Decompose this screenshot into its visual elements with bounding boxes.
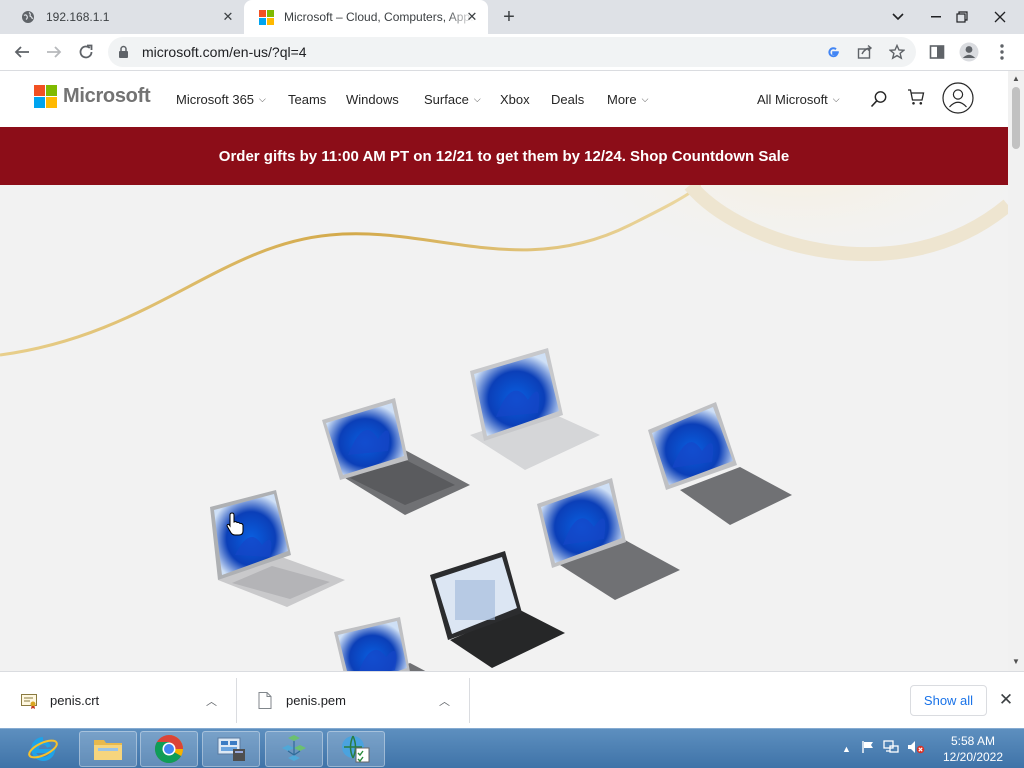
menu-kebab-icon[interactable] [988, 38, 1016, 66]
google-translate-icon[interactable] [824, 43, 842, 61]
nav-label: Microsoft 365 [176, 92, 255, 107]
surface-laptop-go-image [210, 490, 345, 607]
page-scrollbar[interactable]: ▲ ▼ [1008, 71, 1024, 671]
chrome-icon[interactable] [140, 731, 198, 767]
scroll-up-icon[interactable]: ▲ [1012, 74, 1020, 83]
all-microsoft-label: All Microsoft [757, 92, 828, 107]
new-tab-button[interactable]: + [497, 6, 521, 28]
chevron-down-icon: ⌵ [259, 94, 266, 104]
shopping-cart-icon[interactable] [905, 86, 927, 108]
nav-label: More [607, 92, 637, 107]
show-hidden-icons-icon[interactable]: ▲ [842, 744, 851, 754]
taskbar-clock[interactable]: 5:58 AM 12/20/2022 [935, 733, 1011, 765]
divider [469, 678, 470, 723]
address-bar[interactable]: microsoft.com/en-us/?ql=4 [108, 37, 916, 67]
tab-search-icon[interactable] [882, 0, 914, 34]
certificate-file-icon [20, 692, 38, 710]
scroll-down-icon[interactable]: ▼ [1012, 657, 1020, 666]
url-text[interactable]: microsoft.com/en-us/?ql=4 [142, 44, 307, 60]
browser-tab-strip: 192.168.1.1 ✕ Microsoft – Cloud, Compute… [0, 0, 1024, 34]
download-item-pem[interactable]: penis.pem ︿ [256, 672, 468, 729]
microsoft-logo-icon [258, 9, 274, 25]
close-downloads-icon[interactable]: ✕ [996, 690, 1016, 710]
nav-microsoft-365[interactable]: Microsoft 365 ⌵ [176, 92, 266, 107]
close-tab-icon[interactable]: ✕ [220, 9, 236, 25]
nav-label: Deals [551, 92, 585, 107]
nav-label: Surface [424, 92, 469, 107]
restore-icon[interactable] [946, 0, 978, 34]
surface-pro-keyboard-image [322, 398, 470, 515]
browser-toolbar: microsoft.com/en-us/?ql=4 [0, 34, 1024, 71]
downloads-bar: penis.crt ︿ penis.pem ︿ Show all ✕ [0, 671, 1024, 728]
network-icon[interactable] [265, 731, 323, 767]
tab-title: Microsoft – Cloud, Computers, Apps & Gam… [284, 10, 474, 24]
download-filename: penis.crt [50, 693, 100, 708]
clock-date: 12/20/2022 [942, 750, 1004, 764]
server-manager-icon[interactable] [202, 731, 260, 767]
surface-pro-bottom-image [334, 617, 426, 671]
account-avatar-icon[interactable] [941, 81, 975, 115]
task-scheduler-icon[interactable] [327, 731, 385, 767]
show-all-button[interactable]: Show all [910, 685, 987, 716]
search-icon[interactable] [868, 88, 890, 110]
volume-muted-icon[interactable] [907, 740, 925, 759]
tab-microsoft[interactable]: Microsoft – Cloud, Computers, Apps & Gam… [244, 0, 488, 34]
hero-surface-devices-image[interactable] [0, 185, 1008, 671]
nav-deals[interactable]: Deals [551, 92, 584, 107]
tab-router[interactable]: 192.168.1.1 ✕ [8, 0, 244, 34]
lock-icon[interactable] [118, 45, 129, 64]
brand-name: Microsoft [63, 85, 151, 107]
action-center-flag-icon[interactable] [861, 740, 875, 759]
forward-arrow-icon[interactable] [40, 38, 68, 66]
system-tray: ▲ [842, 729, 925, 768]
web-page: Microsoft Microsoft 365 ⌵ Teams Windows … [0, 71, 1008, 671]
all-microsoft-menu[interactable]: All Microsoft ⌵ [757, 92, 840, 107]
nav-windows[interactable]: Windows [346, 92, 399, 107]
clock-time: 5:58 AM [950, 734, 996, 748]
microsoft-logo-icon [34, 85, 57, 108]
file-explorer-icon[interactable] [79, 731, 137, 767]
site-header: Microsoft Microsoft 365 ⌵ Teams Windows … [0, 71, 1008, 127]
tab-title: 192.168.1.1 [46, 10, 110, 24]
file-icon [256, 692, 274, 710]
chevron-up-icon[interactable]: ︿ [439, 693, 450, 709]
nav-label: Xbox [500, 92, 530, 107]
profile-icon[interactable] [955, 38, 983, 66]
surface-lineup-illustration [0, 185, 1008, 671]
nav-teams[interactable]: Teams [288, 92, 326, 107]
promo-banner[interactable]: Order gifts by 11:00 AM PT on 12/21 to g… [0, 127, 1008, 185]
chevron-down-icon: ⌵ [473, 94, 481, 104]
nav-label: Windows [346, 92, 399, 107]
nav-surface[interactable]: Surface ⌵ [424, 92, 481, 107]
bookmark-star-icon[interactable] [888, 43, 906, 61]
chevron-down-icon: ⌵ [641, 94, 649, 104]
surface-laptop-studio-image [470, 348, 600, 470]
nav-xbox[interactable]: Xbox [500, 92, 530, 107]
back-arrow-icon[interactable] [8, 38, 36, 66]
divider [236, 678, 237, 723]
windows-taskbar: ▲ 5:58 AM 12/20/2022 [0, 728, 1024, 768]
network-status-icon[interactable] [883, 739, 899, 759]
close-tab-icon[interactable]: ✕ [464, 9, 480, 25]
chevron-down-icon: ⌵ [832, 94, 840, 104]
surface-pro-center-image [537, 478, 680, 600]
surface-pro-black-image [430, 551, 565, 668]
microsoft-logo[interactable]: Microsoft [34, 85, 151, 108]
scrollbar-thumb[interactable] [1012, 87, 1020, 149]
internet-explorer-icon[interactable] [14, 731, 72, 767]
chevron-up-icon[interactable]: ︿ [206, 693, 217, 709]
globe-icon [20, 9, 36, 25]
promo-banner-text[interactable]: Order gifts by 11:00 AM PT on 12/21 to g… [219, 148, 789, 165]
close-window-icon[interactable] [984, 0, 1016, 34]
reload-icon[interactable] [72, 38, 100, 66]
share-icon[interactable] [856, 43, 874, 61]
surface-pro-right-image [648, 402, 792, 525]
side-panel-icon[interactable] [923, 38, 951, 66]
download-item-crt[interactable]: penis.crt ︿ [20, 672, 236, 729]
download-filename: penis.pem [286, 693, 346, 708]
nav-more[interactable]: More ⌵ [607, 92, 648, 107]
nav-label: Teams [288, 92, 327, 107]
